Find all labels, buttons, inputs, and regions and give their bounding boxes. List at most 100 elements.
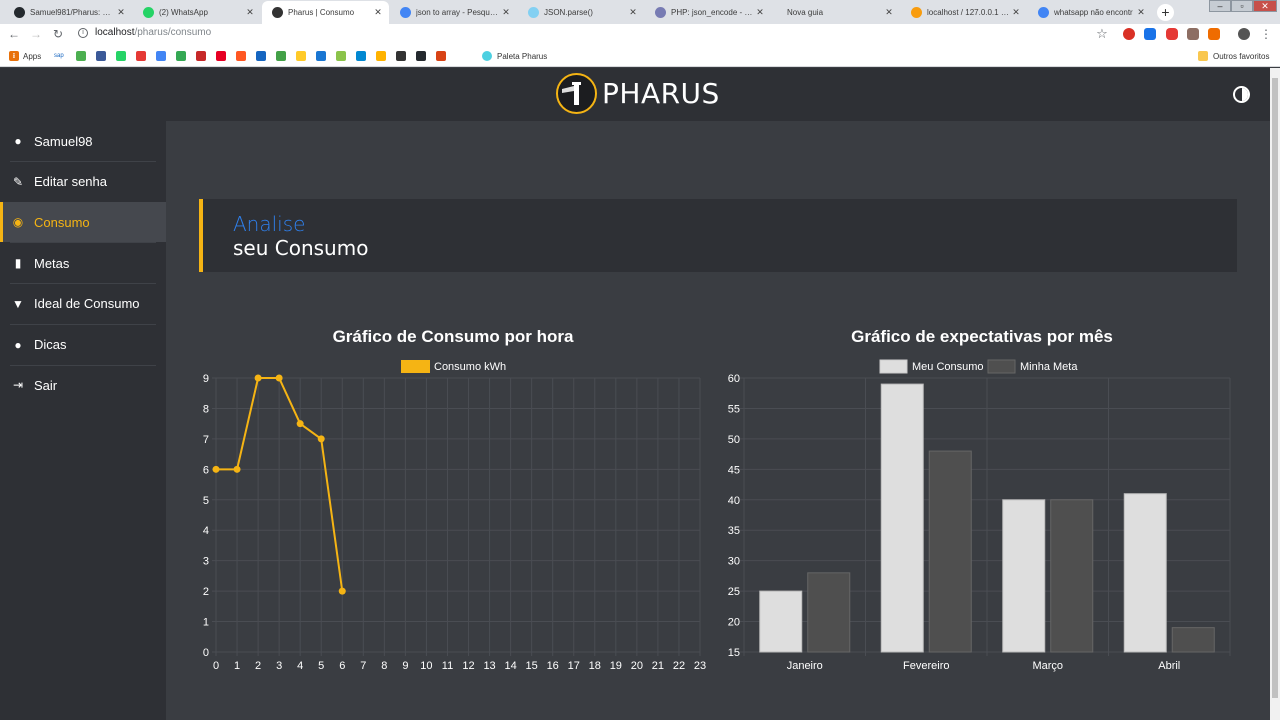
php-icon — [655, 7, 666, 18]
x-tick-label: Abril — [1158, 660, 1180, 672]
data-point — [254, 374, 262, 382]
browser-tab[interactable]: whatsapp não encontr ✕ — [1028, 1, 1152, 24]
theme-toggle-icon[interactable] — [1233, 86, 1250, 103]
minimize-button[interactable]: – — [1209, 0, 1231, 12]
bookmark-icon: ▮ — [14, 256, 22, 271]
reload-icon[interactable]: ↻ — [50, 26, 66, 42]
browser-tab[interactable]: Nova guia ✕ — [772, 1, 900, 24]
bookmark-icon[interactable] — [296, 51, 306, 61]
bookmark-icon[interactable] — [256, 51, 266, 61]
y-tick-label: 7 — [203, 434, 209, 446]
bookmark-icons-row — [76, 50, 456, 62]
tab-close-icon[interactable]: ✕ — [753, 7, 767, 18]
sidebar-item-consumo[interactable]: ◉ Consumo — [0, 202, 166, 243]
browser-tab[interactable]: Pharus | Consumo ✕ — [262, 1, 389, 24]
bookmark-paleta-pharus[interactable]: Paleta Pharus — [482, 50, 547, 62]
tab-close-icon[interactable]: ✕ — [243, 7, 257, 18]
translate-icon[interactable] — [1144, 28, 1156, 40]
back-icon[interactable]: ← — [6, 26, 22, 42]
x-tick-label: 0 — [213, 660, 219, 672]
url-field[interactable]: i localhost/pharus/consumo — [78, 27, 211, 38]
sidebar-item-dicas[interactable]: ● Dicas — [0, 325, 166, 365]
bookmark-icon[interactable] — [376, 51, 386, 61]
bookmark-icon[interactable] — [356, 51, 366, 61]
y-tick-label: 1 — [203, 617, 209, 629]
tab-close-icon[interactable]: ✕ — [1134, 7, 1148, 18]
window-close-button[interactable]: ✕ — [1253, 0, 1277, 12]
banner-subtitle: seu Consumo — [233, 236, 369, 260]
facebook-icon[interactable] — [96, 51, 106, 61]
x-tick-label: 13 — [483, 660, 495, 672]
tab-close-icon[interactable]: ✕ — [626, 7, 640, 18]
bookmark-icon[interactable] — [336, 51, 346, 61]
x-tick-label: 18 — [589, 660, 601, 672]
info-icon[interactable]: i — [78, 27, 88, 38]
pharus-logo[interactable] — [556, 73, 597, 114]
scrollbar-thumb[interactable] — [1272, 78, 1278, 698]
bookmark-icon[interactable] — [436, 51, 446, 61]
pinterest-icon[interactable] — [216, 51, 226, 61]
line-chart-title: Gráfico de Consumo por hora — [332, 327, 574, 346]
extension-icon[interactable] — [1208, 28, 1220, 40]
bookmark-apps[interactable]: ⁝ Apps — [9, 50, 41, 62]
github-icon[interactable] — [416, 51, 426, 61]
new-tab-button[interactable]: + — [1157, 4, 1174, 21]
sidebar-item-label: Consumo — [34, 214, 90, 230]
sidebar-item-metas[interactable]: ▮ Metas — [0, 243, 166, 283]
whatsapp-icon[interactable] — [116, 51, 126, 61]
profile-avatar-icon[interactable] — [1238, 28, 1250, 40]
tab-close-icon[interactable]: ✕ — [371, 7, 385, 18]
legend-label: Consumo kWh — [434, 361, 506, 373]
bookmark-star-icon[interactable]: ☆ — [1094, 26, 1110, 42]
sidebar-item-sair[interactable]: ⇥ Sair — [0, 365, 166, 405]
browser-tab[interactable]: Samuel981/Pharus: Proj ✕ — [4, 1, 132, 24]
scrollbar[interactable] — [1270, 68, 1280, 720]
youtube-icon[interactable] — [136, 51, 146, 61]
browser-tab[interactable]: JSON.parse() ✕ — [518, 1, 644, 24]
tab-close-icon[interactable]: ✕ — [114, 7, 128, 18]
sidebar-item-ideal-de-consumo[interactable]: ▼ Ideal de Consumo — [0, 284, 166, 324]
browser-tab[interactable]: (2) WhatsApp ✕ — [133, 1, 261, 24]
tab-label: localhost / 127.0.0.1 / p — [927, 8, 1009, 17]
bookmark-icon[interactable] — [316, 51, 326, 61]
browser-tab[interactable]: localhost / 127.0.0.1 / p ✕ — [901, 1, 1027, 24]
tab-close-icon[interactable]: ✕ — [882, 7, 896, 18]
bookmark-icon[interactable] — [236, 51, 246, 61]
menu-dots-icon[interactable]: ⋮ — [1258, 26, 1274, 42]
extension-icon[interactable] — [1187, 28, 1199, 40]
bar — [807, 572, 851, 653]
browser-tab-bar: + – ▫ ✕ Samuel981/Pharus: Proj ✕ (2) Whats… — [0, 0, 1280, 24]
google-icon[interactable] — [156, 51, 166, 61]
x-tick-label: 15 — [526, 660, 538, 672]
coins-icon: ◉ — [12, 215, 24, 230]
sidebar-item-editar-senha[interactable]: ✎ Editar senha — [0, 162, 166, 202]
sidebar-item-samuel98[interactable]: ● Samuel98 — [0, 121, 166, 161]
adblock-icon[interactable] — [1123, 28, 1135, 40]
drive-icon[interactable] — [176, 51, 186, 61]
x-tick-label: 21 — [652, 660, 664, 672]
bookmark-sap[interactable]: sap — [54, 50, 64, 62]
bookmark-outros-favoritos[interactable]: Outros favoritos — [1198, 50, 1269, 62]
sign-out-icon: ⇥ — [12, 378, 24, 393]
tab-close-icon[interactable]: ✕ — [1009, 7, 1023, 18]
forward-icon[interactable]: → — [28, 26, 44, 42]
maximize-button[interactable]: ▫ — [1231, 0, 1253, 12]
browser-tab[interactable]: json to array - Pesquisa ✕ — [390, 1, 517, 24]
pharus-icon — [272, 7, 283, 18]
bookmark-icon[interactable] — [276, 51, 286, 61]
x-tick-label: 2 — [255, 660, 261, 672]
tab-close-icon[interactable]: ✕ — [499, 7, 513, 18]
phpmyadmin-icon — [911, 7, 922, 18]
bar-chart-title: Gráfico de expectativas por mês — [851, 327, 1113, 346]
netflix-icon[interactable] — [196, 51, 206, 61]
x-tick-label: 8 — [381, 660, 387, 672]
bookmark-icon[interactable] — [76, 51, 86, 61]
browser-tab[interactable]: PHP: json_encode - Ma ✕ — [645, 1, 771, 24]
x-tick-label: 5 — [318, 660, 324, 672]
bookmark-icon[interactable] — [396, 51, 406, 61]
x-tick-label: 14 — [504, 660, 516, 672]
x-tick-label: 17 — [568, 660, 580, 672]
url-path: /pharus/consumo — [134, 27, 212, 38]
youtube-extension-icon[interactable] — [1166, 28, 1178, 40]
x-tick-label: 22 — [673, 660, 685, 672]
